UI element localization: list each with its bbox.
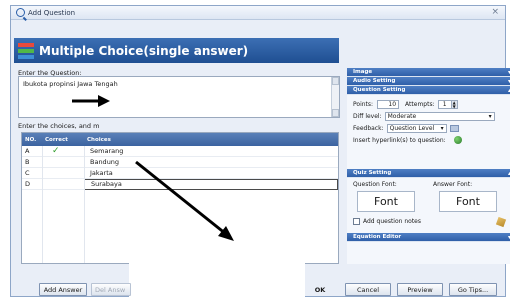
equation-editor-header[interactable]: Equation Editor ▾ bbox=[347, 233, 510, 242]
audio-section-header[interactable]: Audio Setting ▾ bbox=[347, 77, 510, 86]
scroll-up-button[interactable] bbox=[332, 77, 339, 85]
title-bar: Add Question × bbox=[11, 6, 505, 20]
column-header-no: NO. bbox=[25, 136, 37, 143]
chevron-down-icon: ▾ bbox=[488, 112, 492, 120]
go-tips-button[interactable]: Go Tips... bbox=[449, 283, 497, 296]
cancel-button[interactable]: Cancel bbox=[345, 283, 391, 296]
question-font-button[interactable]: Font bbox=[357, 191, 415, 212]
answer-font-button[interactable]: Font bbox=[439, 191, 497, 212]
column-divider bbox=[42, 146, 43, 263]
checkmark-icon[interactable]: ✓ bbox=[42, 146, 84, 156]
choice-text[interactable]: Bandung bbox=[84, 158, 338, 166]
points-input[interactable]: 10 bbox=[377, 99, 400, 109]
choice-letter: C bbox=[25, 169, 30, 177]
question-setting-header[interactable]: Question Setting ▴ bbox=[347, 86, 510, 95]
column-divider bbox=[84, 146, 85, 263]
choice-text[interactable]: Jakarta bbox=[84, 169, 338, 177]
choice-text[interactable]: Semarang bbox=[84, 147, 338, 155]
add-answer-button[interactable]: Add Answer bbox=[39, 283, 87, 296]
column-header-choices: Choices bbox=[87, 136, 111, 143]
diff-level-value: Moderate bbox=[387, 112, 417, 120]
choice-letter: A bbox=[25, 147, 30, 155]
quiz-setting-body: Question Font: Answer Font: Font Font Ad… bbox=[347, 178, 510, 233]
add-notes-label: Add question notes bbox=[363, 218, 421, 225]
choices-label: Enter the choices, and m bbox=[18, 122, 100, 130]
pencil-icon[interactable] bbox=[495, 216, 507, 228]
question-text: Ibukota propinsi Jawa Tengah bbox=[23, 80, 118, 88]
feedback-select[interactable]: Question Level ▾ bbox=[386, 123, 447, 133]
table-row[interactable]: A ✓ Semarang bbox=[22, 146, 338, 157]
image-section-header[interactable]: Image ▾ bbox=[347, 68, 510, 77]
feedback-value: Question Level bbox=[389, 124, 435, 132]
window-title: Add Question bbox=[28, 8, 76, 17]
question-font-label: Question Font: bbox=[353, 181, 397, 188]
question-setting-label: Question Setting bbox=[353, 87, 406, 93]
globe-icon[interactable] bbox=[453, 136, 462, 144]
diff-level-select[interactable]: Moderate ▾ bbox=[384, 111, 495, 121]
folder-icon[interactable] bbox=[449, 124, 459, 132]
preview-button[interactable]: Preview bbox=[397, 283, 443, 296]
settings-panel: Image ▾ Audio Setting ▾ Question Setting ▴ … bbox=[347, 68, 510, 264]
quiz-setting-header[interactable]: Quiz Setting ▴ bbox=[347, 169, 510, 178]
question-setting-body: Points: 10 Attempts: 1 ▲ ▼ Diff level: Mo… bbox=[347, 95, 510, 169]
question-scrollbar[interactable] bbox=[331, 77, 339, 117]
equation-editor-label: Equation Editor bbox=[353, 234, 402, 240]
hyperlink-label: Insert hyperlink(s) to question: bbox=[353, 136, 446, 144]
search-icon bbox=[16, 8, 25, 17]
table-row[interactable]: C Jakarta bbox=[22, 168, 338, 179]
diff-level-label: Diff level: bbox=[353, 112, 382, 120]
quiz-setting-label: Quiz Setting bbox=[353, 170, 392, 176]
question-type-header: Multiple Choice(single answer) bbox=[14, 38, 339, 63]
add-question-dialog: Add Question × Multiple Choice(single an… bbox=[10, 5, 510, 298]
answer-font-label: Answer Font: bbox=[433, 181, 473, 188]
multiple-choice-icon bbox=[18, 42, 34, 59]
choice-letter: B bbox=[25, 158, 30, 166]
choice-edit-field[interactable]: Surabaya bbox=[84, 178, 338, 190]
button-bar: Add Answer Del Answ OK Cancel Preview Go… bbox=[11, 280, 505, 298]
table-header: NO. Correct Choices bbox=[22, 133, 338, 146]
chevron-down-icon: ▾ bbox=[440, 124, 444, 132]
column-header-correct: Correct bbox=[45, 136, 68, 143]
points-label: Points: bbox=[353, 100, 374, 108]
close-icon[interactable]: × bbox=[491, 7, 499, 17]
image-section-label: Image bbox=[353, 69, 373, 75]
question-input[interactable]: Ibukota propinsi Jawa Tengah bbox=[18, 76, 340, 118]
choice-letter: D bbox=[25, 180, 31, 188]
table-row[interactable]: B Bandung bbox=[22, 157, 338, 168]
attempts-stepper[interactable]: ▲ ▼ bbox=[451, 99, 458, 109]
scroll-down-button[interactable] bbox=[332, 109, 339, 117]
add-notes-checkbox[interactable] bbox=[353, 218, 360, 225]
ok-button[interactable]: OK bbox=[307, 283, 333, 296]
add-notes-row[interactable]: Add question notes bbox=[353, 218, 421, 225]
audio-section-label: Audio Setting bbox=[353, 78, 396, 84]
attempts-input[interactable]: 1 bbox=[437, 99, 452, 109]
attempts-label: Attempts: bbox=[405, 100, 435, 108]
table-row[interactable]: D Surabaya bbox=[22, 178, 338, 190]
question-type-title: Multiple Choice(single answer) bbox=[39, 43, 249, 58]
feedback-label: Feedback: bbox=[353, 124, 384, 132]
del-answer-button[interactable]: Del Answ bbox=[91, 283, 131, 296]
